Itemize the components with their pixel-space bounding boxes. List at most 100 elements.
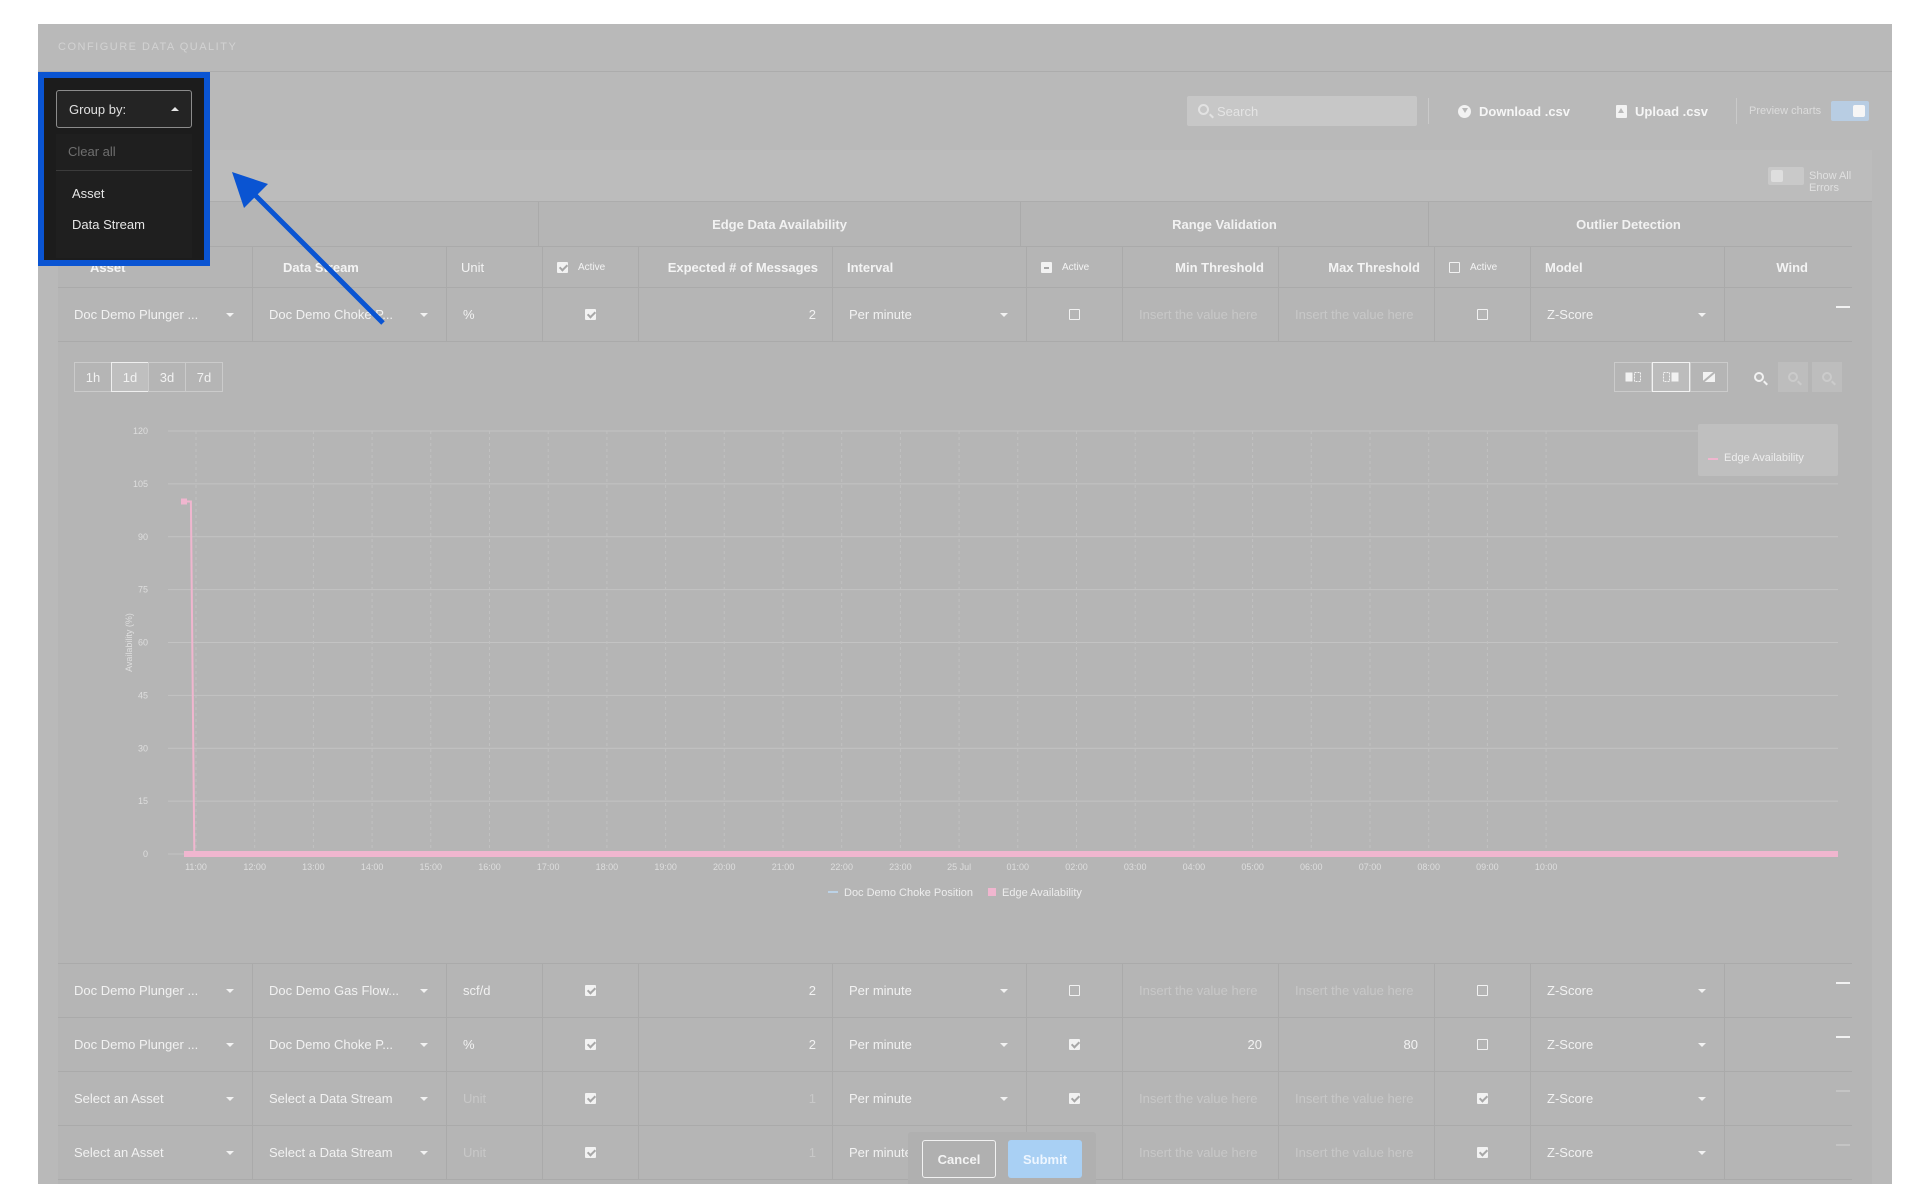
window-input[interactable] [1724,288,1822,341]
checkbox-icon[interactable] [1069,309,1080,320]
edge-active-checkbox[interactable] [542,1018,638,1071]
checkbox-icon[interactable] [585,309,596,320]
group-by-option-asset[interactable]: Asset [72,186,105,201]
checkbox-icon[interactable] [1477,1093,1488,1104]
download-csv-button[interactable]: Download .csv [1458,100,1570,122]
edge-active-checkbox[interactable] [542,1126,638,1179]
zoom-out-button[interactable] [1778,362,1808,392]
window-input[interactable] [1724,1072,1822,1125]
edge-active-checkbox[interactable] [542,1072,638,1125]
edge-active-checkbox[interactable] [542,964,638,1017]
data-stream-select[interactable]: Select a Data Stream [252,1072,446,1125]
min-threshold-input[interactable]: Insert the value here [1122,1126,1278,1179]
min-threshold-input[interactable]: Insert the value here [1122,964,1278,1017]
range-3d-button[interactable]: 3d [148,362,186,392]
checkbox-icon[interactable] [585,1093,596,1104]
model-select[interactable]: Z-Score [1530,288,1724,341]
interval-select[interactable]: Per minute [832,288,1026,341]
checkbox-icon[interactable] [1477,1147,1488,1158]
range-7d-button[interactable]: 7d [185,362,223,392]
max-threshold-input[interactable]: Insert the value here [1278,964,1434,1017]
range-1h-button[interactable]: 1h [74,362,112,392]
checkbox-icon[interactable] [1069,1039,1080,1050]
range-active-checkbox[interactable] [1026,288,1122,341]
col-range-active[interactable]: Active [1026,247,1122,287]
outlier-active-checkbox[interactable] [1434,1018,1530,1071]
checkbox-icon[interactable] [585,1039,596,1050]
edge-active-checkbox[interactable] [542,288,638,341]
delete-row-button[interactable] [1822,1072,1854,1125]
data-stream-select[interactable]: Doc Demo Choke P... [252,288,446,341]
upload-csv-button[interactable]: Upload .csv [1616,100,1708,122]
model-select[interactable]: Z-Score [1530,1126,1724,1179]
col-data-stream[interactable]: Data Stream [252,247,446,287]
col-outlier-active[interactable]: Active [1434,247,1530,287]
range-1d-button[interactable]: 1d [111,362,149,392]
delete-row-button[interactable] [1822,288,1854,341]
clear-all-option[interactable]: Clear all [68,144,116,159]
min-threshold-input[interactable]: Insert the value here [1122,1072,1278,1125]
expected-messages-input[interactable]: 1 [638,1072,832,1125]
outlier-active-checkbox[interactable] [1434,1072,1530,1125]
expected-messages-input[interactable]: 2 [638,1018,832,1071]
data-stream-select[interactable]: Select a Data Stream [252,1126,446,1179]
col-edge-active[interactable]: Active [542,247,638,287]
interval-select[interactable]: Per minute [832,1072,1026,1125]
asset-select[interactable]: Select an Asset [58,1072,252,1125]
checkbox-icon[interactable] [557,261,568,273]
asset-select[interactable]: Doc Demo Plunger ... [58,288,252,341]
data-stream-select[interactable]: Doc Demo Choke P... [252,1018,446,1071]
expected-messages-input[interactable]: 2 [638,964,832,1017]
interval-select[interactable]: Per minute [832,964,1026,1017]
max-threshold-input[interactable]: Insert the value here [1278,1072,1434,1125]
zoom-in-button[interactable] [1744,362,1774,392]
outlier-active-checkbox[interactable] [1434,288,1530,341]
search-input[interactable] [1217,101,1407,121]
group-by-dropdown[interactable]: Group by: [56,90,192,128]
search-box[interactable] [1187,96,1417,126]
window-input[interactable] [1724,964,1822,1017]
range-active-checkbox[interactable] [1026,1018,1122,1071]
model-select[interactable]: Z-Score [1530,1072,1724,1125]
delete-row-button[interactable] [1822,964,1854,1017]
max-threshold-input[interactable]: 80 [1278,1018,1434,1071]
checkbox-icon[interactable] [1477,309,1488,320]
checkbox-icon[interactable] [1477,985,1488,996]
checkbox-icon[interactable] [1449,261,1460,273]
checkbox-icon[interactable] [1477,1039,1488,1050]
split-right-button[interactable] [1652,362,1690,392]
range-active-checkbox[interactable] [1026,1072,1122,1125]
window-input[interactable] [1724,1126,1822,1179]
checkbox-icon[interactable] [1069,1093,1080,1104]
range-active-checkbox[interactable] [1026,964,1122,1017]
delete-row-button[interactable] [1822,1018,1854,1071]
checkbox-icon[interactable] [585,985,596,996]
asset-select[interactable]: Doc Demo Plunger ... [58,1018,252,1071]
cancel-button[interactable]: Cancel [922,1140,996,1178]
data-stream-select[interactable]: Doc Demo Gas Flow... [252,964,446,1017]
max-threshold-input[interactable]: Insert the value here [1278,288,1434,341]
hide-chart-button[interactable] [1690,362,1728,392]
window-input[interactable] [1724,1018,1822,1071]
checkbox-icon[interactable] [1069,985,1080,996]
submit-button[interactable]: Submit [1008,1140,1082,1178]
max-threshold-input[interactable]: Insert the value here [1278,1126,1434,1179]
min-threshold-input[interactable]: 20 [1122,1018,1278,1071]
split-view-button[interactable] [1614,362,1652,392]
checkbox-icon[interactable] [585,1147,596,1158]
zoom-reset-button[interactable] [1812,362,1842,392]
asset-select[interactable]: Doc Demo Plunger ... [58,964,252,1017]
outlier-active-checkbox[interactable] [1434,1126,1530,1179]
delete-row-button[interactable] [1822,1126,1854,1179]
model-select[interactable]: Z-Score [1530,964,1724,1017]
group-by-option-data-stream[interactable]: Data Stream [72,217,145,232]
expected-messages-input[interactable]: 1 [638,1126,832,1179]
outlier-active-checkbox[interactable] [1434,964,1530,1017]
asset-select[interactable]: Select an Asset [58,1126,252,1179]
checkbox-indeterminate-icon[interactable] [1041,261,1052,273]
model-select[interactable]: Z-Score [1530,1018,1724,1071]
interval-select[interactable]: Per minute [832,1018,1026,1071]
preview-charts-toggle[interactable] [1831,101,1869,121]
expected-messages-input[interactable]: 2 [638,288,832,341]
min-threshold-input[interactable]: Insert the value here [1122,288,1278,341]
